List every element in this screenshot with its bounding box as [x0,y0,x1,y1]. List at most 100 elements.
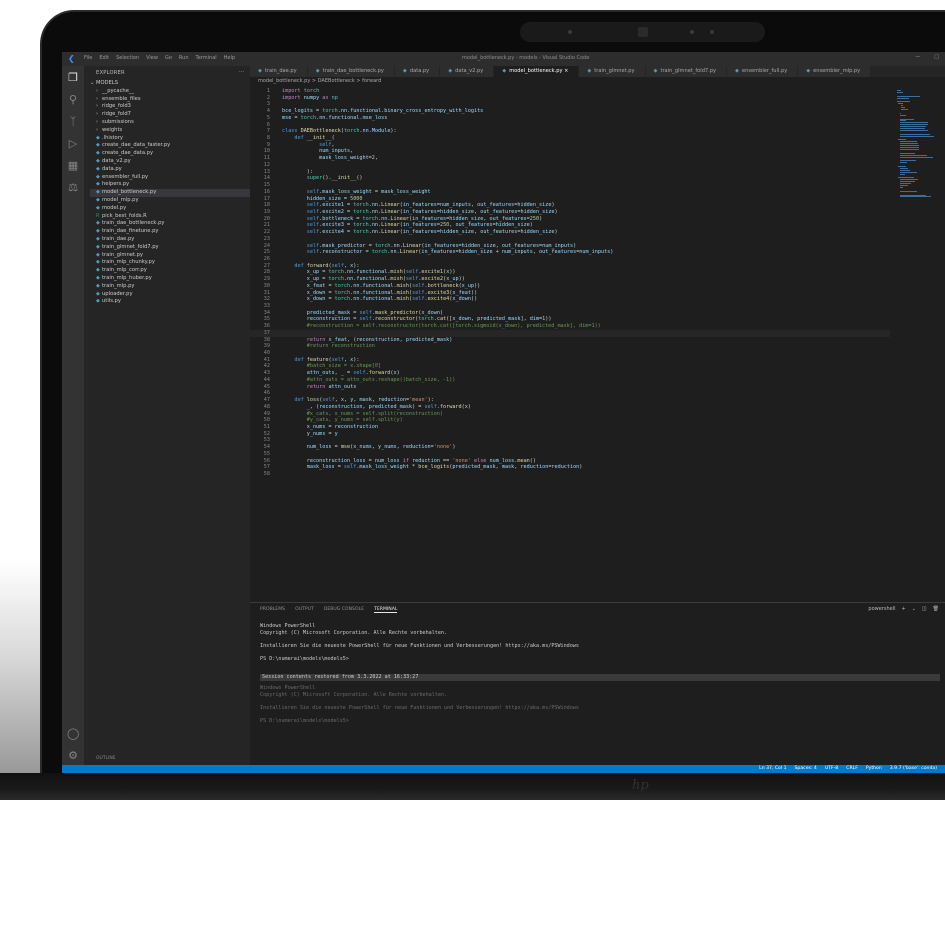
code-line[interactable]: 36 #reconstruction = self.reconstructor(… [250,323,890,330]
menu-item[interactable]: Go [165,55,172,61]
file-tree-item[interactable]: ◆ uploader.py [90,291,250,299]
code-line[interactable]: 20 self.bottleneck = torch.nn.Linear(in_… [250,216,890,223]
code-line[interactable]: 48 _, (reconstruction, predicted_mask) =… [250,404,890,411]
file-tree-item[interactable]: › ridge_fold7 [90,111,250,119]
code-line[interactable]: 8 def __init__( [250,135,890,142]
file-tree-item[interactable]: ◆ train_mlp_chunky.py [90,259,250,267]
code-line[interactable]: 53 [250,437,890,444]
file-tree-item[interactable]: ◆ create_dae_data.py [90,150,250,158]
code-line[interactable]: 4 bce_logits = torch.nn.functional.binary… [250,108,890,115]
file-tree-item[interactable]: ◆ create_dae_data_faster.py [90,142,250,150]
code-line[interactable]: 54 num_loss = mse(x_nums, y_nums, reduct… [250,444,890,451]
menu-item[interactable]: Help [224,55,235,61]
code-line[interactable]: 35 reconstruction = self.reconstructor(t… [250,316,890,323]
editor-tab[interactable]: ◆ ensembler_mlp.py [798,66,872,77]
menu-item[interactable]: Terminal [196,55,217,61]
code-line[interactable]: 6 [250,122,890,129]
code-line[interactable]: 52 y_nums = y [250,431,890,438]
code-line[interactable]: 24 self.mask_predictor = torch.nn.Linear… [250,243,890,250]
code-line[interactable]: 46 [250,390,890,397]
code-line[interactable]: 51 x_nums = reconstruction [250,424,890,431]
status-item[interactable]: Ln 37, Col 1 [759,766,786,771]
close-tab-icon[interactable]: × [562,68,568,74]
editor-tab[interactable]: ◆ train_dae.py [250,66,308,77]
more-actions-icon[interactable]: ··· [239,69,244,75]
code-line[interactable]: 11 mask_loss_weight=2, [250,155,890,162]
file-tree-item[interactable]: Rpick_best_folds.R [90,213,250,221]
folder-root[interactable]: ⌄ MODELS [90,80,250,88]
code-line[interactable]: 19 self.excite2 = torch.nn.Linear(in_fea… [250,209,890,216]
editor-tab[interactable]: ◆ data.py [394,66,441,77]
editor-tab[interactable]: ◆ train_dae_bottleneck.py [307,66,395,77]
editor-tab[interactable]: ◆ train_glmnet.py [579,66,646,77]
code-line[interactable]: 9 self, [250,142,890,149]
code-line[interactable]: 15 [250,182,890,189]
file-tree-item[interactable]: › ridge_fold3 [90,103,250,111]
file-tree-item[interactable]: ◆ train_mlp.py [90,283,250,291]
file-tree-item[interactable]: ◆ model.py [90,205,250,213]
file-tree-item[interactable]: ◆ .lhistory [90,135,250,143]
code-line[interactable]: 7 class DAEBottleneck(torch.nn.Module): [250,128,890,135]
panel-tab[interactable]: OUTPUT [295,607,314,613]
code-editor[interactable]: 1 import torch 2 import numpy as np 3 4 bce_lo… [250,88,890,478]
file-tree-item[interactable]: ◆ utils.py [90,298,250,306]
code-line[interactable]: 30 x_feat = torch.nn.functional.mish(sel… [250,283,890,290]
menu-item[interactable]: Run [179,55,189,61]
code-line[interactable]: 2 import numpy as np [250,95,890,102]
editor-tab[interactable]: ◆ data_v2.py [440,66,495,77]
code-line[interactable]: 5 mse = torch.nn.functional.mse_loss [250,115,890,122]
code-line[interactable]: 58 [250,471,890,478]
split-terminal-icon[interactable]: ◫ [922,606,927,612]
terminal-shell-label[interactable]: powershell [868,606,895,612]
code-line[interactable]: 1 import torch [250,88,890,95]
panel-tab[interactable]: PROBLEMS [260,607,285,613]
panel-tab[interactable]: DEBUG CONSOLE [324,607,364,613]
code-line[interactable]: 32 x_down = torch.nn.functional.mish(sel… [250,296,890,303]
code-line[interactable]: 41 def feature(self, x): [250,357,890,364]
code-line[interactable]: 29 x_up = torch.nn.functional.mish(self.… [250,276,890,283]
code-line[interactable]: 23 [250,236,890,243]
code-line[interactable]: 34 predicted_mask = self.mask_predictor(… [250,310,890,317]
account-icon[interactable]: ◯ [67,728,79,740]
code-line[interactable]: 10 num_inputs, [250,148,890,155]
file-tree-item[interactable]: › submissions [90,119,250,127]
file-tree-item[interactable]: › ensemble_files [90,96,250,104]
outline-section[interactable]: OUTLINE [96,756,116,761]
code-line[interactable]: 38 return x_feat, (reconstruction, predi… [250,337,890,344]
file-tree-item[interactable]: › weights [90,127,250,135]
search-icon[interactable]: ⚲ [67,94,79,106]
code-line[interactable]: 26 [250,256,890,263]
file-tree-item[interactable]: ◆ train_dae_bottleneck.py [90,220,250,228]
file-tree-item[interactable]: ◆ train_mlp_huber.py [90,275,250,283]
maximize-icon[interactable]: □ [934,54,939,60]
code-line[interactable]: 13 ): [250,169,890,176]
file-tree-item[interactable]: ◆ train_dae.py [90,236,250,244]
extensions-icon[interactable]: ▦ [67,160,79,172]
code-line[interactable]: 42 #batch_size = x.shape[0] [250,363,890,370]
explorer-icon[interactable]: ❐ [67,72,79,84]
code-line[interactable]: 43 attn_outs, _ = self.forward(x) [250,370,890,377]
source-control-icon[interactable]: ᛉ [67,116,79,128]
code-line[interactable]: 44 #attn_outs = attn_outs.reshape((batch… [250,377,890,384]
status-item[interactable]: UTF-8 [825,766,838,771]
editor-tab[interactable]: ◆ ensembler_full.py [727,66,799,77]
file-tree-item[interactable]: ◆ model_mlp.py [90,197,250,205]
file-tree-item[interactable]: ◆ train_glmnet.py [90,252,250,260]
code-line[interactable]: 17 hidden_size = 5000 [250,196,890,203]
file-tree-item[interactable]: › __pycache__ [90,88,250,96]
code-line[interactable]: 57 mask_loss = self.mask_loss_weight * b… [250,464,890,471]
file-tree-item[interactable]: ◆ train_mlp_corr.py [90,267,250,275]
status-item[interactable]: Spaces: 4 [795,766,817,771]
breadcrumb[interactable]: model_bottleneck.py > DAEBottleneck > fo… [258,78,381,84]
code-line[interactable]: 28 x_up = torch.nn.functional.mish(self.… [250,269,890,276]
add-terminal-icon[interactable]: + [902,606,906,612]
status-item[interactable]: Python [866,766,882,771]
minimize-icon[interactable]: — [915,54,920,60]
file-tree-item[interactable]: ◆ data.py [90,166,250,174]
file-tree-item[interactable]: ◆ helpers.py [90,181,250,189]
code-line[interactable]: 14 super().__init__() [250,175,890,182]
panel-tab[interactable]: TERMINAL [374,607,398,613]
code-line[interactable]: 47 def loss(self, x, y, mask, reduction=… [250,397,890,404]
code-line[interactable]: 40 [250,350,890,357]
code-line[interactable]: 12 [250,162,890,169]
